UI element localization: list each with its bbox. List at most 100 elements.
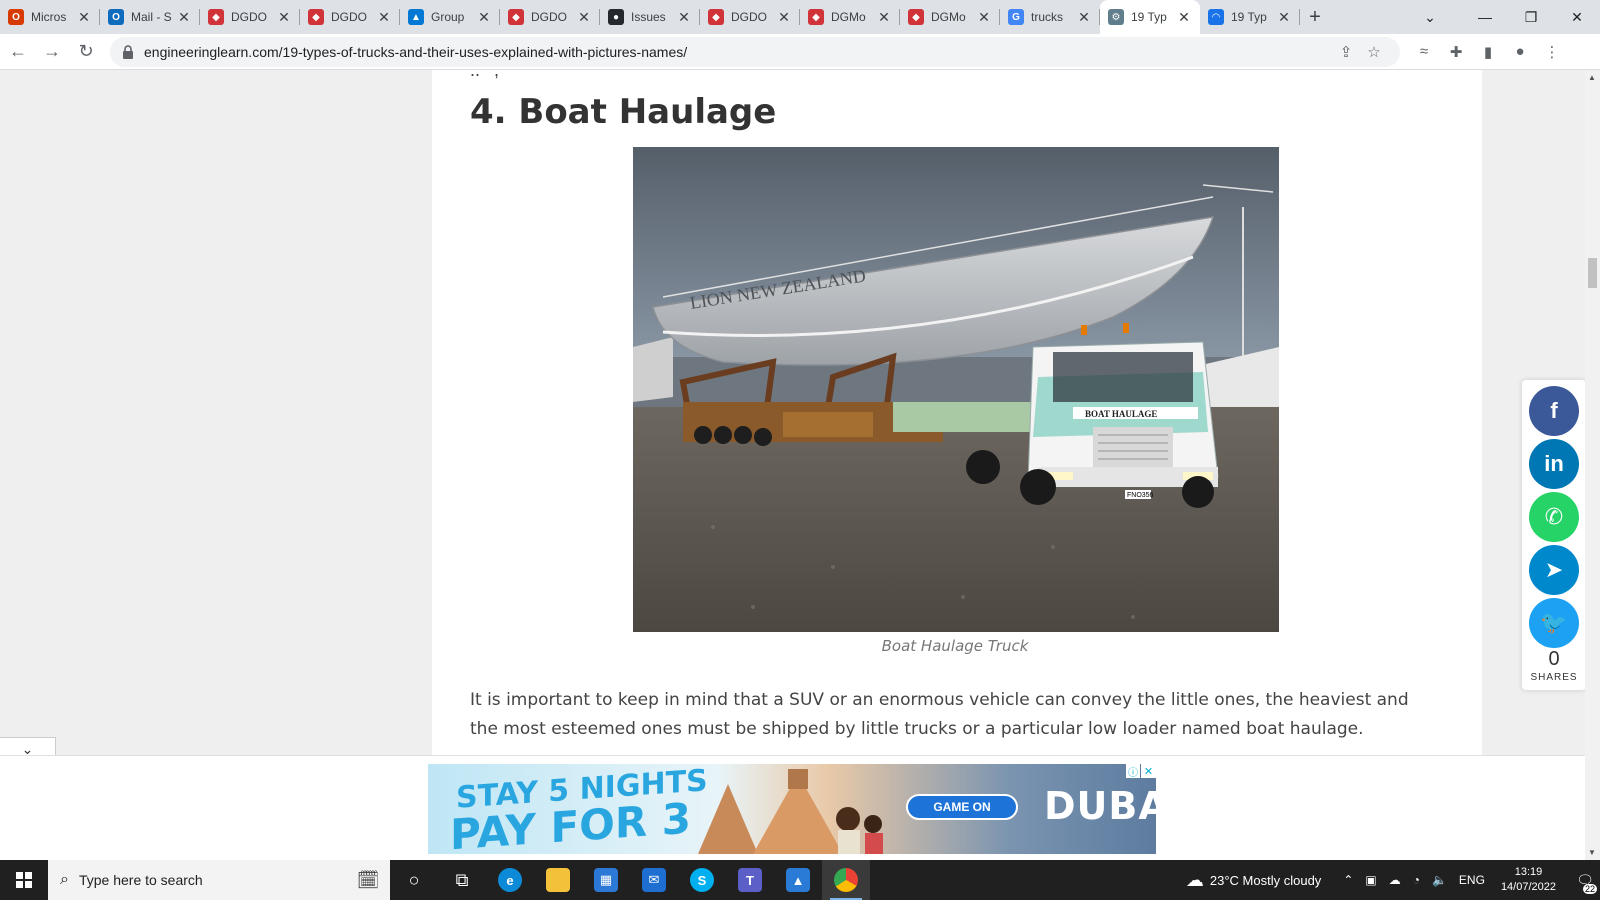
browser-tab[interactable]: ◆ DGDO ✕ [700, 0, 800, 34]
notification-center-button[interactable]: 22 🗨 [1570, 860, 1600, 900]
tab-title: DGDO [731, 10, 767, 24]
address-bar[interactable]: engineeringlearn.com/19-types-of-trucks-… [110, 36, 1400, 67]
browser-tab[interactable]: ◆ DGDO ✕ [200, 0, 300, 34]
taskbar-chrome[interactable] [822, 860, 870, 900]
share-page-icon[interactable]: ⇪ [1332, 43, 1360, 61]
browser-tab[interactable]: ● Issues ✕ [600, 0, 700, 34]
close-tab-icon[interactable]: ✕ [576, 9, 592, 26]
google-icon: G [1008, 9, 1024, 25]
browser-tab[interactable]: ⚙ 19 Typ ✕ [1100, 0, 1200, 34]
azure-devops-icon: ▲ [408, 9, 424, 25]
taskbar-clock[interactable]: 13:19 14/07/2022 [1501, 865, 1556, 895]
extension-icon[interactable]: ≈ [1408, 36, 1440, 68]
edge-icon: e [498, 868, 522, 892]
whatsapp-share-button[interactable]: ✆ [1529, 492, 1579, 542]
close-tab-icon[interactable]: ✕ [976, 9, 992, 26]
ad-info-icon[interactable]: ⓘ [1126, 764, 1140, 779]
maximize-button[interactable]: ❐ [1508, 0, 1554, 34]
browser-tab[interactable]: ◆ DGMo ✕ [900, 0, 1000, 34]
close-tab-icon[interactable]: ✕ [1176, 9, 1192, 26]
taskbar-search-box[interactable]: ⌕ Type here to search 🗓 [48, 860, 390, 900]
task-view-button[interactable]: ⧉ [438, 860, 486, 900]
browser-tab[interactable]: ◠ 19 Typ ✕ [1200, 0, 1300, 34]
linkedin-share-button[interactable]: in [1529, 439, 1579, 489]
scrollbar-thumb[interactable] [1588, 258, 1597, 288]
close-tab-icon[interactable]: ✕ [676, 9, 692, 26]
profile-avatar[interactable]: ● [1504, 36, 1536, 68]
meet-now-icon[interactable]: ▣ [1365, 873, 1376, 887]
skype-icon: S [690, 868, 714, 892]
start-button[interactable] [0, 860, 48, 900]
telegram-share-button[interactable]: ➤ [1529, 545, 1579, 595]
menu-kebab-icon[interactable]: ⋮ [1536, 36, 1568, 68]
page-scrollbar[interactable]: ▲ ▼ [1585, 70, 1600, 860]
new-tab-button[interactable]: + [1300, 0, 1330, 34]
scroll-up-arrow-icon[interactable]: ▲ [1588, 73, 1596, 82]
onedrive-icon[interactable]: ☁ [1389, 873, 1401, 887]
back-button[interactable]: ← [2, 36, 34, 68]
browser-tab[interactable]: ◆ DGMo ✕ [800, 0, 900, 34]
tab-title: DGDO [231, 10, 267, 24]
close-window-button[interactable]: ✕ [1554, 0, 1600, 34]
tab-title: 19 Typ [1131, 10, 1167, 24]
close-tab-icon[interactable]: ✕ [476, 9, 492, 26]
browser-tab[interactable]: ◆ DGDO ✕ [300, 0, 400, 34]
truck-label-text: BOAT HAULAGE [1085, 409, 1157, 419]
tab-title: DGMo [831, 10, 866, 24]
tab-title: Mail - S [131, 10, 172, 24]
taskbar-mail[interactable]: ✉ [630, 860, 678, 900]
reload-button[interactable]: ↻ [70, 36, 102, 68]
folder-icon [546, 868, 570, 892]
ad-cta-button[interactable]: GAME ON [906, 794, 1018, 820]
cloud-icon: ☁ [1185, 869, 1204, 890]
facebook-share-button[interactable]: f [1529, 386, 1579, 436]
browser-tab[interactable]: O Micros ✕ [0, 0, 100, 34]
dubai-ad-banner[interactable]: STAY 5 NIGHTS PAY FOR 3 GAME ON DUBAI ⓘ … [428, 764, 1156, 854]
close-tab-icon[interactable]: ✕ [376, 9, 392, 26]
taskbar-photos[interactable]: ▲ [774, 860, 822, 900]
bookmark-star-icon[interactable]: ☆ [1360, 43, 1388, 61]
close-tab-icon[interactable]: ✕ [176, 9, 192, 26]
github-icon: ● [608, 9, 624, 25]
side-panel-icon[interactable]: ▮ [1472, 36, 1504, 68]
twitter-share-button[interactable]: 🐦 [1529, 598, 1579, 648]
extensions-puzzle-icon[interactable]: ✚ [1440, 36, 1472, 68]
volume-icon[interactable]: 🔈 [1432, 873, 1447, 887]
browser-tab[interactable]: ◆ DGDO ✕ [500, 0, 600, 34]
browser-tab[interactable]: ▲ Group ✕ [400, 0, 500, 34]
weather-widget[interactable]: ☁ 23°C Mostly cloudy [1186, 870, 1321, 891]
search-icon: ⌕ [60, 871, 69, 888]
close-tab-icon[interactable]: ✕ [76, 9, 92, 26]
language-indicator[interactable]: ENG [1459, 873, 1485, 887]
scroll-down-arrow-icon[interactable]: ▼ [1588, 848, 1596, 857]
taskbar-file-explorer[interactable] [534, 860, 582, 900]
cortana-button[interactable]: ○ [390, 860, 438, 900]
page-viewport: .. ‘ , 4. Boat Haulage LION NEW ZEALAND … [0, 70, 1585, 860]
tab-title: 19 Typ [1231, 10, 1267, 24]
chrome-icon [834, 868, 858, 892]
forward-button[interactable]: → [36, 36, 68, 68]
dgmo-icon: ◆ [908, 9, 924, 25]
browser-tab[interactable]: O Mail - S ✕ [100, 0, 200, 34]
tab-search-button[interactable]: ⌄ [1410, 0, 1450, 34]
store-icon: ▦ [594, 868, 618, 892]
ad-close-icon[interactable]: ✕ [1141, 764, 1156, 778]
taskbar-teams[interactable]: T [726, 860, 774, 900]
close-tab-icon[interactable]: ✕ [1076, 9, 1092, 26]
windows-logo-icon [16, 872, 32, 888]
tab-title: Micros [31, 10, 67, 24]
browser-tab[interactable]: Gtrucks ✕ [1000, 0, 1100, 34]
taskbar-skype[interactable]: S [678, 860, 726, 900]
taskbar-store[interactable]: ▦ [582, 860, 630, 900]
wifi-icon[interactable]: ◔ [1413, 873, 1420, 887]
dgdo-icon: ◆ [508, 9, 524, 25]
taskbar-edge[interactable]: e [486, 860, 534, 900]
minimize-button[interactable]: — [1462, 0, 1508, 34]
chevron-up-icon[interactable]: ⌃ [1343, 873, 1353, 887]
close-tab-icon[interactable]: ✕ [776, 9, 792, 26]
close-tab-icon[interactable]: ✕ [276, 9, 292, 26]
close-tab-icon[interactable]: ✕ [876, 9, 892, 26]
close-tab-icon[interactable]: ✕ [1276, 9, 1292, 26]
image-caption: Boat Haulage Truck [881, 637, 1029, 655]
tab-title: Issues [631, 10, 666, 24]
